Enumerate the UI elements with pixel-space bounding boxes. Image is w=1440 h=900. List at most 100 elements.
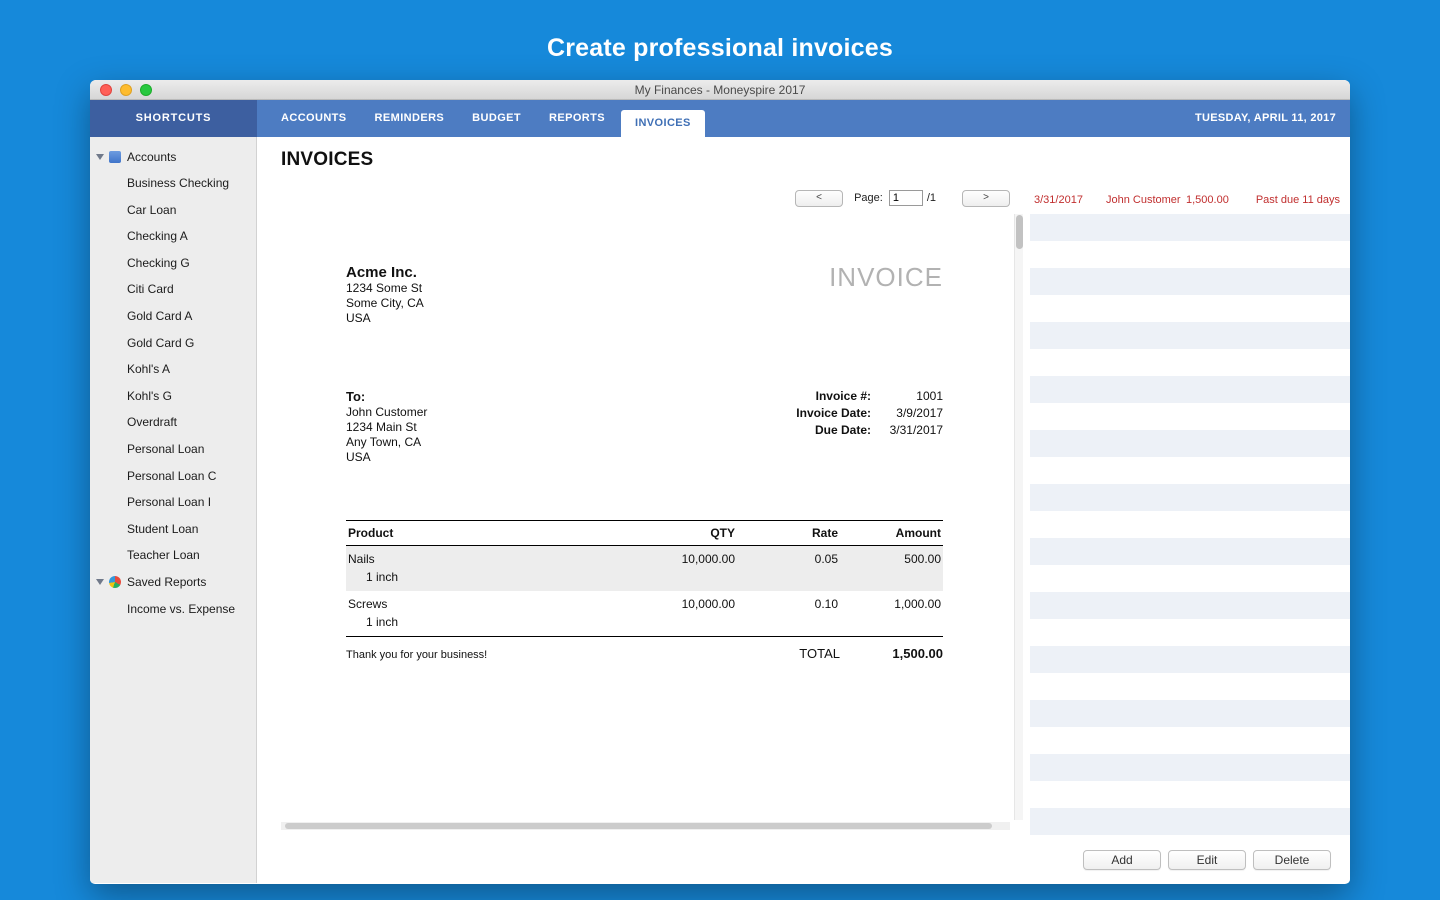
line-item-rate: 0.05: [814, 552, 838, 566]
invoice-meta-row: Invoice Date: 3/9/2017: [796, 405, 943, 422]
close-window-button[interactable]: [100, 84, 112, 96]
recipient-address: John Customer 1234 Main St Any Town, CA USA: [346, 405, 427, 465]
tab-budget[interactable]: BUDGET: [458, 100, 535, 137]
accounts-list: Business Checking Car Loan Checking A Check…: [90, 170, 256, 569]
invoice-list-empty-row[interactable]: [1030, 727, 1350, 754]
sidebar-item-account[interactable]: Gold Card G: [90, 330, 256, 357]
invoice-document: Acme Inc. 1234 Some St Some City, CA USA I…: [281, 214, 1010, 661]
sidebar-item-account[interactable]: Kohl's A: [90, 356, 256, 383]
traffic-lights: [100, 84, 152, 96]
tab-accounts[interactable]: ACCOUNTS: [267, 100, 361, 137]
edit-button[interactable]: Edit: [1168, 850, 1246, 870]
window-title: My Finances - Moneyspire 2017: [634, 83, 806, 97]
line-item-detail: 1 inch: [366, 615, 399, 629]
page-headline: Create professional invoices: [546, 34, 893, 62]
page-number-input[interactable]: [888, 190, 923, 206]
invoice-list-empty-row[interactable]: [1030, 457, 1350, 484]
invoice-list-empty-row[interactable]: [1030, 592, 1350, 619]
invoice-list-empty-row[interactable]: [1030, 538, 1350, 565]
disclosure-triangle-icon[interactable]: [96, 153, 104, 160]
recipient-address-line: Any Town, CA: [346, 435, 422, 449]
invoice-list-empty-row[interactable]: [1030, 754, 1350, 781]
sidebar-item-account[interactable]: Citi Card: [90, 276, 256, 303]
zoom-window-button[interactable]: [140, 84, 152, 96]
sidebar-item-account[interactable]: Gold Card A: [90, 303, 256, 330]
invoice-list: 3/31/2017 John Customer 1,500.00 Past due 1…: [1030, 187, 1350, 835]
content-area: Accounts Business Checking Car Loan Checki…: [90, 137, 1350, 883]
sidebar-item-account[interactable]: Car Loan: [90, 197, 256, 224]
invoice-list-empty-row[interactable]: [1030, 430, 1350, 457]
invoice-list-empty-row[interactable]: [1030, 403, 1350, 430]
vertical-scrollbar-thumb[interactable]: [1015, 215, 1023, 249]
line-item-rate: 0.10: [814, 597, 838, 611]
sidebar-item-report[interactable]: Income vs. Expense: [90, 596, 256, 623]
invoice-list-empty-row[interactable]: [1030, 511, 1350, 538]
disclosure-triangle-icon[interactable]: [96, 579, 104, 586]
minimize-window-button[interactable]: [120, 84, 132, 96]
sidebar: Accounts Business Checking Car Loan Checki…: [90, 137, 257, 883]
tab-reports[interactable]: REPORTS: [535, 100, 619, 137]
action-buttons: Add Edit Delete: [1083, 850, 1331, 870]
page-title: INVOICES: [281, 149, 374, 170]
invoice-list-empty-row[interactable]: [1030, 241, 1350, 268]
next-page-button[interactable]: >: [962, 189, 1010, 207]
horizontal-scrollbar-thumb[interactable]: [285, 823, 993, 829]
tab-reminders[interactable]: REMINDERS: [361, 100, 459, 137]
total-label: TOTAL: [799, 646, 840, 661]
sidebar-item-account[interactable]: Checking G: [90, 250, 256, 277]
sidebar-item-account[interactable]: Business Checking: [90, 170, 256, 197]
invoice-list-empty-row[interactable]: [1030, 295, 1350, 322]
nav-bar: ACCOUNTS REMINDERS BUDGET REPORTS INVOICES T…: [257, 100, 1350, 137]
invoice-list-row[interactable]: 3/31/2017 John Customer 1,500.00 Past due 1…: [1030, 187, 1350, 214]
horizontal-scrollbar[interactable]: [281, 822, 1010, 830]
sidebar-item-account[interactable]: Personal Loan I: [90, 489, 256, 516]
invoice-list-empty-row[interactable]: [1030, 646, 1350, 673]
invoice-meta-row: Due Date: 3/31/2017: [796, 422, 943, 439]
invoice-watermark: INVOICE: [829, 262, 943, 292]
invoice-list-empty-row[interactable]: [1030, 214, 1350, 241]
line-item-amount: 1,000.00: [894, 597, 941, 611]
sidebar-item-account[interactable]: Personal Loan C: [90, 463, 256, 490]
sidebar-item-account[interactable]: Teacher Loan: [90, 542, 256, 569]
invoice-table: Product QTY Rate Amount Nails 10,000.00 0.05 5…: [346, 520, 943, 637]
invoice-list-empty-row[interactable]: [1030, 376, 1350, 403]
invoice-meta-label: Due Date:: [814, 423, 871, 437]
invoice-list-empty-row[interactable]: [1030, 700, 1350, 727]
invoice-line-item: Nails 10,000.00 0.05 500.00 1 inch: [346, 546, 943, 591]
line-item-qty: 10,000.00: [681, 597, 735, 611]
sidebar-item-account[interactable]: Personal Loan: [90, 436, 256, 463]
delete-button[interactable]: Delete: [1253, 850, 1331, 870]
tab-invoices[interactable]: INVOICES: [621, 110, 705, 137]
invoice-list-empty-row[interactable]: [1030, 268, 1350, 295]
invoice-status: Past due 11 days: [1255, 194, 1340, 206]
line-item-qty: 10,000.00: [681, 552, 735, 566]
recipient-block: To: John Customer 1234 Main St Any Town, C…: [346, 388, 427, 465]
invoice-list-empty-row[interactable]: [1030, 781, 1350, 808]
invoice-meta-value: 3/9/2017: [896, 406, 943, 420]
sidebar-group-accounts[interactable]: Accounts: [90, 143, 256, 170]
invoice-column-header: Rate: [811, 526, 838, 540]
invoice-list-empty-row[interactable]: [1030, 322, 1350, 349]
company-address-line: 1234 Some St: [346, 281, 423, 295]
prev-page-button[interactable]: <: [795, 189, 844, 207]
sidebar-item-account[interactable]: Checking A: [90, 223, 256, 250]
sidebar-group-accounts-label: Accounts: [127, 149, 177, 164]
invoice-list-empty-row[interactable]: [1030, 349, 1350, 376]
invoice-list-empty-row[interactable]: [1030, 565, 1350, 592]
invoice-list-empty-row[interactable]: [1030, 484, 1350, 511]
window-titlebar[interactable]: My Finances - Moneyspire 2017: [90, 80, 1350, 100]
add-button[interactable]: Add: [1083, 850, 1161, 870]
invoice-meta-label: Invoice #:: [815, 389, 871, 403]
reports-list: Income vs. Expense: [90, 596, 256, 623]
invoice-date: 3/31/2017: [1034, 194, 1083, 206]
invoice-list-empty-row[interactable]: [1030, 808, 1350, 835]
invoice-list-empty-row[interactable]: [1030, 673, 1350, 700]
recipient-address-line: John Customer: [346, 405, 428, 419]
vertical-scrollbar[interactable]: [1014, 214, 1023, 820]
sidebar-item-account[interactable]: Overdraft: [90, 409, 256, 436]
sidebar-item-account[interactable]: Student Loan: [90, 516, 256, 543]
invoice-list-empty-row[interactable]: [1030, 619, 1350, 646]
sidebar-group-saved-reports[interactable]: Saved Reports: [90, 569, 256, 596]
page-label: Page:: [854, 192, 883, 204]
sidebar-item-account[interactable]: Kohl's G: [90, 383, 256, 410]
